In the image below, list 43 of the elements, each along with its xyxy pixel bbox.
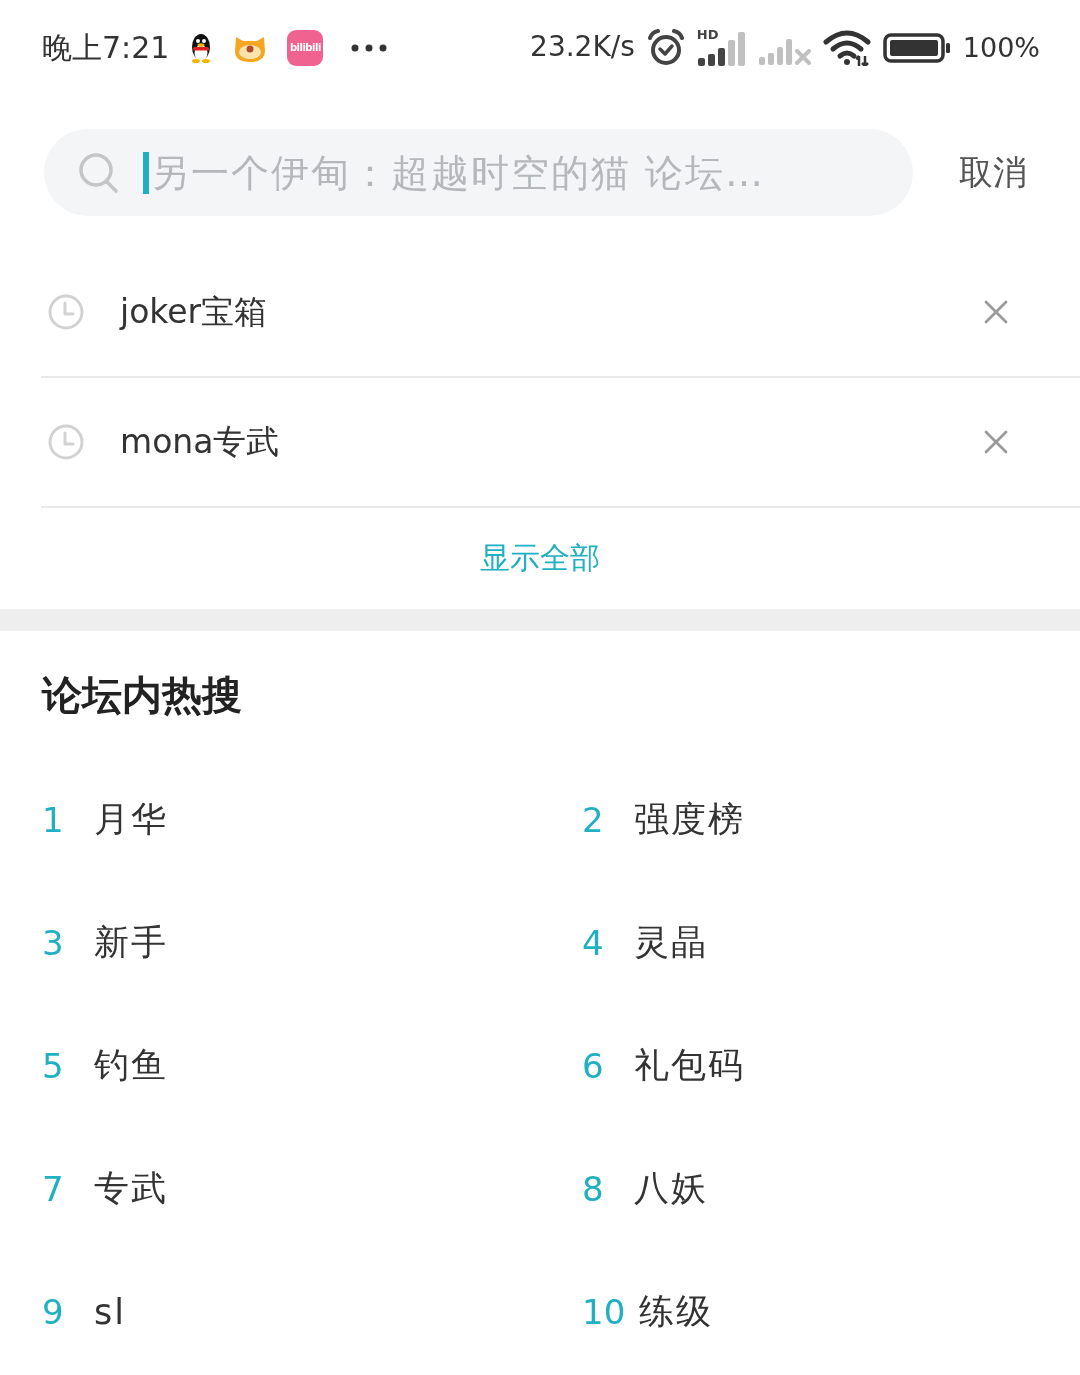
battery-icon: [882, 32, 951, 63]
hot-search-link[interactable]: 灵晶: [634, 919, 708, 966]
rank-number: 9: [42, 1291, 65, 1332]
status-time: 晚上7:21: [42, 31, 170, 64]
rank-number: 4: [582, 922, 605, 963]
hot-search-link[interactable]: 新手: [94, 919, 168, 966]
rank-number: 7: [42, 1168, 65, 1209]
battery-percentage: 100%: [962, 32, 1040, 63]
section-heading: 论坛内热搜: [42, 671, 242, 719]
search-icon: [78, 151, 120, 194]
clock-icon: [48, 294, 84, 330]
hot-search-link[interactable]: 八妖: [634, 1165, 708, 1212]
hot-search-link[interactable]: sl: [94, 1291, 126, 1332]
remove-button[interactable]: [984, 430, 1008, 454]
rank-number: 2: [582, 799, 605, 840]
search-history-entry[interactable]: joker宝箱: [120, 289, 268, 335]
close-icon: [984, 430, 1008, 454]
rank-number: 6: [582, 1045, 605, 1086]
alarm-clock-icon: [646, 28, 685, 67]
remove-button[interactable]: [984, 300, 1008, 324]
network-speed: 23.2K/s: [530, 32, 635, 63]
search-input[interactable]: 另一个伊甸：超越时空的猫 论坛…: [149, 144, 913, 201]
rank-number: 1: [42, 799, 65, 840]
hot-search-link[interactable]: 专武: [94, 1165, 168, 1212]
hot-search-link[interactable]: 钓鱼: [94, 1042, 168, 1089]
more-dots-icon: [351, 43, 388, 52]
network-type-label: HD: [696, 27, 719, 41]
hot-search-link[interactable]: 练级: [639, 1288, 714, 1335]
hot-search-link[interactable]: 礼包码: [634, 1042, 745, 1089]
close-icon: [984, 300, 1008, 324]
hot-search-link[interactable]: 月华: [94, 796, 168, 843]
wifi-icon: [822, 29, 871, 66]
hot-search-link[interactable]: 强度榜: [634, 796, 745, 843]
app-notification-badge: bilibili: [287, 29, 324, 66]
clock-icon: [48, 424, 84, 460]
rank-number: 5: [42, 1045, 65, 1086]
search-bar[interactable]: 另一个伊甸：超越时空的猫 论坛…: [44, 129, 913, 216]
rank-number: 3: [42, 922, 65, 963]
rank-number: 8: [582, 1168, 605, 1209]
signal-bars-icon: [696, 29, 747, 66]
search-history-entry[interactable]: mona专武: [120, 419, 280, 465]
rank-number: 10: [582, 1291, 626, 1332]
cancel-button[interactable]: 取消: [959, 149, 1027, 196]
